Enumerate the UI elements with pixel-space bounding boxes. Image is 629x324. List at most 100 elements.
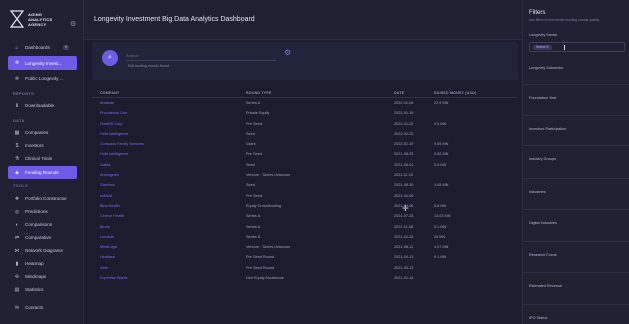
filter-label[interactable]: Industry Groups [529, 157, 556, 161]
sidebar-item-clinical-trials[interactable]: ⚗ Clinical Trials [8, 153, 77, 164]
company-link[interactable]: Healtase [100, 255, 115, 259]
round-type-cell: Grant [246, 142, 256, 147]
sidebar-item-longevity-investment[interactable]: ✲ Longevity Invest... [8, 56, 77, 70]
raised-money-cell: 0.8 MN [434, 162, 447, 167]
sidebar-item-label: Dashboards [25, 45, 50, 50]
filter-label[interactable]: Investors Participation [529, 127, 566, 131]
filter-label[interactable]: Longevity Subsector [529, 66, 563, 70]
settings-gear-icon[interactable]: ⚙ [70, 20, 76, 28]
company-link[interactable]: Binda [100, 225, 110, 229]
longevity-sector-select[interactable]: Select S [529, 42, 625, 52]
table-row[interactable]: OneBIS Corp Pre Seed 2022-01-02 0.5 MN [92, 119, 518, 129]
search-icon[interactable]: ⌕ [102, 50, 118, 66]
table-row[interactable]: MediLogic Venture - Series Unknown 2021-08… [92, 242, 518, 252]
table-row[interactable]: Healtase Pre Seed Round 2021-04-13 0.1 MN [92, 252, 518, 262]
company-link[interactable]: OneBIS Corp [100, 122, 123, 126]
company-link[interactable]: eMAVA [100, 194, 112, 198]
table-row[interactable]: Hoth Intelligence Pre Seed 2021-08-25 0.52 … [92, 149, 518, 159]
sidebar-item-portfolio-constructor[interactable]: ❖ Portfolio Constructor [8, 193, 77, 204]
settings-cog-icon: ✲ [14, 60, 20, 66]
sidebar-item-predictions[interactable]: ◎ Predictions [8, 206, 77, 217]
sidebar-item-downloadable[interactable]: ⬇ Downloadable [8, 100, 77, 111]
sidebar-item-heatmap[interactable]: ▮ Heatmap [8, 258, 77, 269]
round-type-cell: Series A [246, 214, 261, 219]
table-row[interactable]: Gatha Seed 2021-08-01 0.8 MN [92, 160, 518, 170]
table-row[interactable]: Expertise Wants Non Equity Assistance 2021… [92, 273, 518, 283]
sidebar-item-comparisons[interactable]: ◐ Comparisons [8, 219, 77, 230]
round-type-cell: Private Equity [246, 111, 270, 116]
settings-cog-icon: ✲ [14, 75, 20, 82]
main-content: Longevity Investment Big Data Analytics … [84, 0, 522, 324]
table-row[interactable]: Andante Series A 2022-01-04 22.9 MN [92, 98, 518, 108]
filter-label[interactable]: Foundation Year [529, 96, 557, 100]
company-link[interactable]: Lumada [100, 235, 114, 239]
table-row[interactable]: eMAVA Pre Seed 2021-04-06 [92, 191, 518, 201]
date-cell: 2021-08-25 [394, 152, 414, 157]
raised-money-cell: 4.07 MN [434, 245, 449, 250]
filter-label[interactable]: Research Focus [529, 253, 557, 257]
filter-divider [523, 178, 629, 179]
search-input[interactable] [126, 51, 276, 59]
company-link[interactable]: Arrowgenix [100, 173, 119, 177]
filter-label[interactable]: Estimated Revenue [529, 284, 562, 288]
company-link[interactable]: MediLogic [100, 245, 117, 249]
company-link[interactable]: Hoth Intelligence [100, 152, 128, 156]
raised-money-cell: 1.65 MN [434, 183, 449, 188]
dollar-icon: $ [15, 142, 19, 149]
selected-sector-chip[interactable]: Select S [533, 45, 552, 50]
table-row[interactable]: Selin Pre Seed Round 2021-03-13 [92, 263, 518, 273]
column-header-date[interactable]: DATE [394, 91, 404, 95]
sidebar-item-dashboards[interactable]: ⌂ Dashboards 0 [8, 42, 77, 53]
company-link[interactable]: Providence Gen [100, 111, 127, 115]
round-type-cell: Series A [246, 101, 261, 105]
company-link[interactable]: Gatha [100, 163, 110, 167]
company-link[interactable]: Bina Health [100, 204, 120, 208]
sidebar-item-label: Investors [25, 143, 44, 148]
portfolio-icon: ❖ [14, 195, 20, 202]
sidebar-item-contacts[interactable]: ✉ Contacts [8, 302, 77, 313]
hourglass-logo-icon [10, 10, 24, 28]
sidebar-item-label: Clinical Trials [25, 156, 53, 161]
company-link[interactable]: Cereve Health [100, 214, 124, 218]
table-row[interactable]: Hoth Intelligence Seed 2022-02-02 [92, 129, 518, 139]
sidebar-item-public-longevity[interactable]: ✲ Public Longevity ... [8, 73, 77, 84]
sidebar-item-label: Public Longevity ... [25, 76, 64, 81]
company-link[interactable]: Compass Family Services [100, 142, 144, 146]
filter-label[interactable]: Digital Industries [529, 221, 557, 225]
search-hint: Edit funding rounds found [128, 64, 169, 68]
company-link[interactable]: Expertise Wants [100, 276, 128, 280]
column-header-round-type[interactable]: ROUND TYPE [246, 91, 272, 95]
sidebar-item-network-diagrams[interactable]: ⋈ Network Diagrams [8, 245, 77, 256]
sidebar-item-mindmaps[interactable]: ✣ Mindmaps [8, 271, 77, 282]
flask-icon: ⚗ [14, 155, 20, 162]
date-cell: 2022-02-02 [394, 131, 414, 136]
round-type-cell: Equity Crowdfunding [246, 203, 282, 208]
column-header-raised-money[interactable]: RAISED MONEY (USD) [434, 91, 476, 95]
table-row[interactable]: Providence Gen Private Equity 2022-01-19 [92, 108, 518, 118]
table-row[interactable]: Arrowgenix Venture - Series Unknown 2021-1… [92, 170, 518, 180]
column-header-company[interactable]: COMPANY [100, 91, 120, 95]
sidebar-item-label: Network Diagrams [25, 248, 63, 253]
sidebar-item-companies[interactable]: ▦ Companies [8, 127, 77, 138]
filter-label[interactable]: Industries [529, 190, 545, 194]
date-cell: 2021-07-28 [394, 214, 414, 219]
date-cell: 2021-04-13 [394, 255, 414, 260]
search-settings-icon[interactable]: ⚙ [284, 48, 291, 57]
company-link[interactable]: Andante [100, 101, 114, 105]
company-link[interactable]: Diarrhea [100, 183, 115, 187]
sidebar-item-investors[interactable]: $ Investors [8, 140, 77, 151]
sidebar-item-funding-rounds[interactable]: ◈ Funding Rounds [8, 166, 77, 179]
filter-label[interactable]: IPO Status [529, 316, 547, 320]
sidebar-item-comparative[interactable]: ⇄ Comparative [8, 232, 77, 243]
raised-money-cell: 0.5 MN [434, 121, 447, 126]
sidebar-item-statistics[interactable]: ▤ Statistics [8, 284, 77, 295]
table-row[interactable]: Bina Health Equity Crowdfunding 2021-04-06… [92, 201, 518, 211]
company-link[interactable]: Hoth Intelligence [100, 132, 128, 136]
table-row[interactable]: Lumada Series B 2021-02-25 26 MN [92, 232, 518, 242]
table-row[interactable]: Cereve Health Series A 2021-07-28 13.03 MN [92, 211, 518, 221]
brand-logo[interactable]: AGING ANALYTICS AGENCY ⚙ [10, 8, 80, 36]
table-row[interactable]: Diarrhea Seed 2021-08-30 1.65 MN [92, 180, 518, 190]
company-link[interactable]: Selin [100, 266, 108, 270]
table-row[interactable]: Compass Family Services Grant 2022-01-19 0.… [92, 139, 518, 149]
table-row[interactable]: Binda Series A 2021-11-06 9.1 MN [92, 222, 518, 232]
